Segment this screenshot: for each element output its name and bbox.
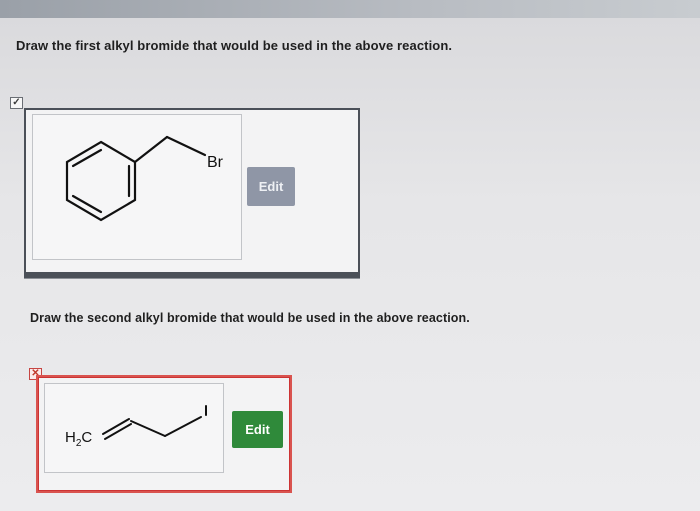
edit-button-first[interactable]: Edit [247,167,295,206]
answer-box-first: Br [24,108,360,278]
browser-top-strip [0,0,700,18]
benzyl-bromide-structure: Br [65,135,224,222]
allyl-structure: H2C [65,405,207,449]
molecule-canvas-first[interactable]: Br [32,114,242,260]
question-first-alkyl-bromide: Draw the first alkyl bromide that would … [16,38,453,53]
question-second-alkyl-bromide: Draw the second alkyl bromide that would… [30,311,470,325]
edit-button-second[interactable]: Edit [232,411,283,448]
correct-check-icon: ✓ [10,97,23,109]
molecule-canvas-second[interactable]: H2C [44,383,224,473]
hydrogen-label: H [65,429,76,446]
carbon-label: C [81,429,92,446]
bromine-label: Br [207,154,224,171]
svg-text:H2C: H2C [65,429,92,449]
